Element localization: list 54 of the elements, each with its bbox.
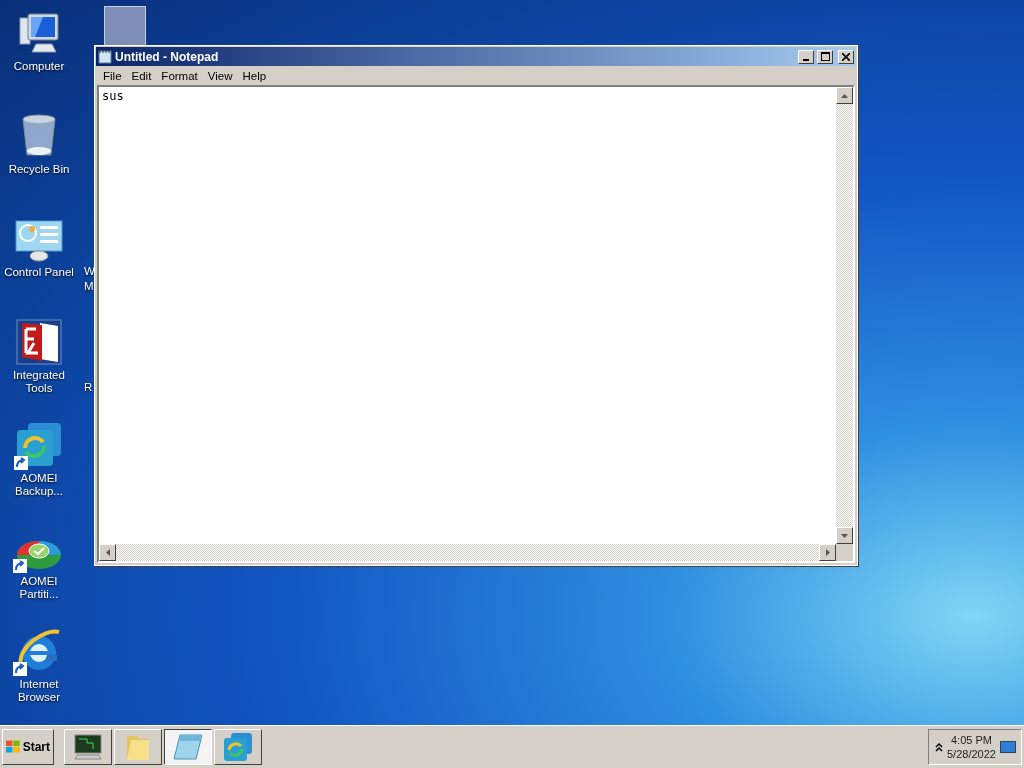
- shortcut-arrow-icon: [13, 662, 27, 676]
- desktop-icon-label[interactable]: M: [84, 280, 94, 293]
- windows-logo-icon: [6, 739, 21, 755]
- desktop-icon-label[interactable]: AOMEI Partiti...: [0, 575, 78, 601]
- ftp-tile-icon: [16, 319, 62, 365]
- menu-item[interactable]: Help: [237, 69, 272, 82]
- document-text: sus: [102, 89, 124, 103]
- shortcut-tile-icon[interactable]: [104, 6, 146, 48]
- shortcut-arrow-icon: [13, 559, 27, 573]
- window-title: Untitled - Notepad: [115, 49, 220, 64]
- right-arrow-icon: [825, 549, 830, 556]
- notepad-icon: [172, 733, 204, 761]
- desktop-icon-label[interactable]: W: [84, 265, 95, 278]
- left-arrow-icon: [105, 549, 110, 556]
- scroll-left-button[interactable]: [99, 544, 116, 561]
- desktop-icon-label[interactable]: Computer: [0, 60, 78, 73]
- notepad-icon: [98, 49, 112, 64]
- up-arrow-icon: [841, 93, 848, 98]
- desktop-icon-label[interactable]: Internet Browser: [0, 678, 78, 704]
- close-icon: [842, 52, 850, 61]
- minimize-icon: [803, 58, 809, 61]
- horizontal-scrollbar[interactable]: [99, 544, 836, 561]
- taskbar-button[interactable]: [164, 729, 212, 765]
- desktop-icon-label[interactable]: Recycle Bin: [0, 163, 78, 176]
- down-arrow-icon: [841, 533, 848, 538]
- monitor-icon: [73, 733, 103, 761]
- computer-icon: [16, 12, 62, 56]
- menu-item[interactable]: Format: [156, 69, 203, 82]
- scrollbar-corner: [836, 544, 853, 561]
- menu-item[interactable]: Edit: [126, 69, 157, 82]
- maximize-icon: [820, 52, 830, 61]
- menu-item[interactable]: File: [98, 69, 127, 82]
- clock-time[interactable]: 4:05 PM: [951, 733, 992, 747]
- close-button[interactable]: [838, 49, 854, 64]
- start-button[interactable]: Start: [2, 729, 54, 765]
- clock-date[interactable]: 5/28/2022: [947, 747, 996, 761]
- show-desktop-icon[interactable]: [999, 740, 1016, 754]
- desktop-icon-label[interactable]: Control Panel: [0, 266, 78, 279]
- vertical-scrollbar[interactable]: [836, 87, 853, 544]
- desktop-icon-label[interactable]: R: [84, 381, 93, 394]
- scroll-right-button[interactable]: [819, 544, 836, 561]
- control-panel-icon: [15, 220, 63, 262]
- desktop-icon-label[interactable]: Integrated Tools: [0, 369, 78, 395]
- shortcut-arrow-icon: [14, 456, 28, 470]
- sync-tile-icon: [223, 732, 253, 762]
- sync-tile-icon: [16, 422, 62, 468]
- scroll-down-button[interactable]: [836, 527, 853, 544]
- chevron-up-icon[interactable]: [935, 742, 943, 752]
- desktop-icon-label[interactable]: AOMEI Backup...: [0, 472, 78, 498]
- maximize-button[interactable]: [817, 49, 833, 64]
- minimize-button[interactable]: [798, 49, 814, 64]
- menu-item[interactable]: View: [202, 69, 238, 82]
- scroll-up-button[interactable]: [836, 87, 853, 104]
- recycle-bin-icon: [19, 113, 59, 159]
